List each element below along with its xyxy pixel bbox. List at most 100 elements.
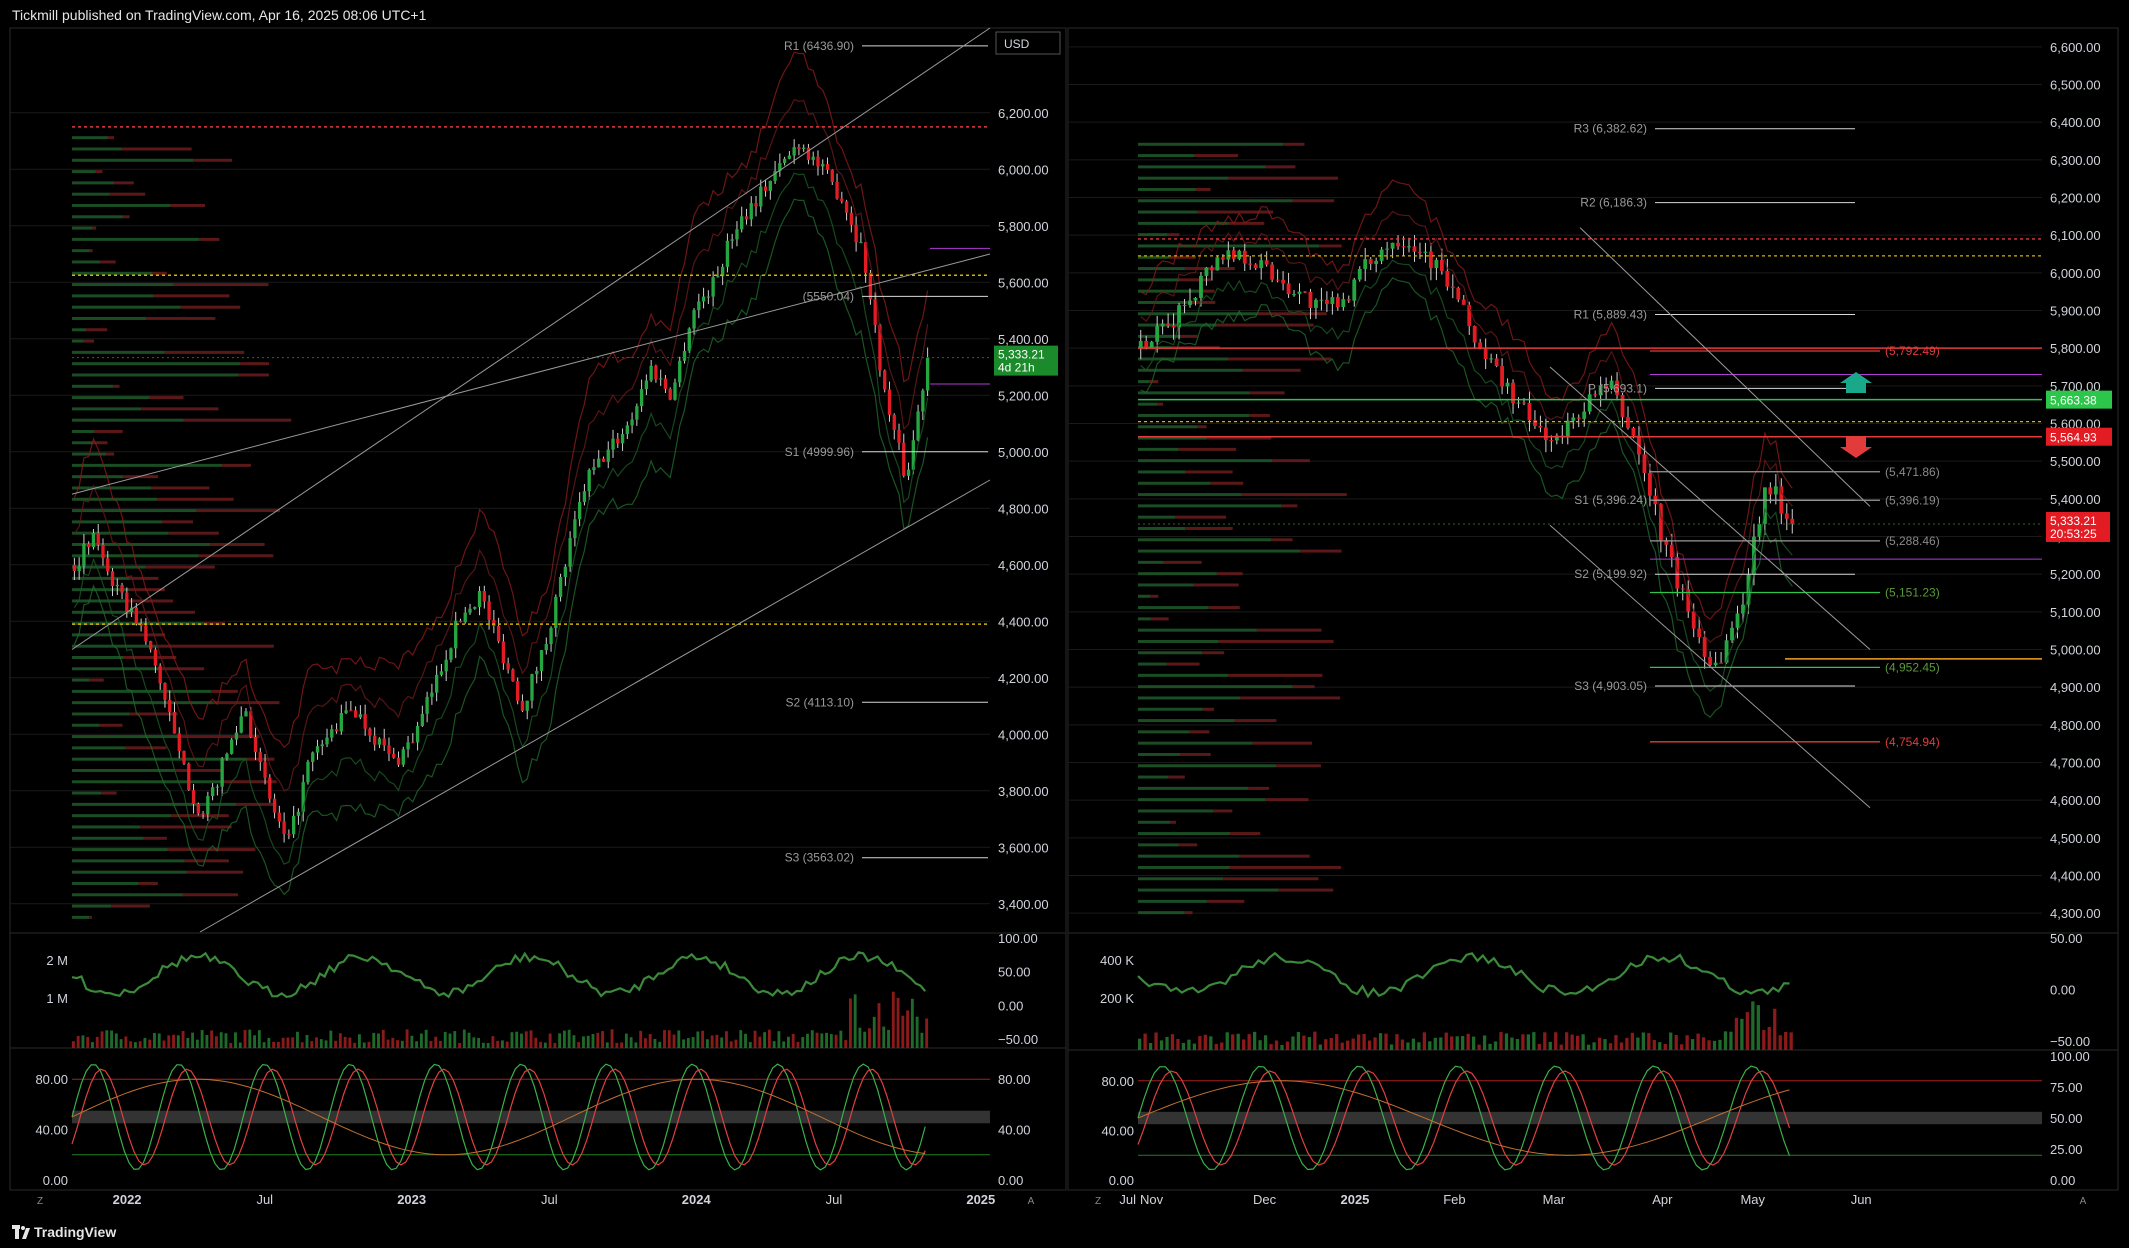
- left-volume-bar: [524, 1031, 528, 1048]
- right-vp-bar: [1138, 300, 1188, 304]
- right-candle: [1193, 297, 1198, 301]
- left-vp-bar: [72, 215, 123, 219]
- right-candle: [1226, 250, 1231, 260]
- left-candle: [577, 502, 582, 520]
- left-vp-bar: [72, 362, 241, 366]
- left-candle: [601, 458, 606, 462]
- left-candle: [91, 533, 96, 548]
- left-vp-bar: [72, 305, 181, 309]
- left-volume-bar: [844, 1040, 848, 1048]
- left-volume-bar: [167, 1035, 171, 1048]
- right-vp-bar: [1185, 526, 1233, 530]
- left-volume-bar: [577, 1042, 581, 1048]
- right-volume-bar: [1756, 1005, 1760, 1050]
- left-pivot-label: R1 (6436.90): [784, 39, 854, 53]
- left-volume-bar: [138, 1041, 142, 1048]
- left-vp-bar: [72, 486, 152, 490]
- left-candle: [330, 729, 334, 738]
- left-volume-bar: [224, 1033, 228, 1048]
- right-stoch-right-tick: 100.00: [2050, 1049, 2090, 1064]
- left-candle: [225, 753, 229, 759]
- right-volume-bar: [1762, 1029, 1766, 1050]
- right-vp-bar: [1249, 391, 1285, 395]
- left-vp-bar: [126, 599, 174, 603]
- right-volume-bar: [1170, 1034, 1175, 1050]
- right-vp-bar: [1138, 730, 1190, 734]
- right-volume-bar: [1652, 1039, 1656, 1050]
- right-vp-bar: [1234, 719, 1277, 723]
- right-candle: [1735, 613, 1740, 628]
- right-volume-bar: [1630, 1032, 1635, 1050]
- left-volume-bar: [663, 1030, 666, 1048]
- left-candle: [692, 310, 696, 329]
- right-volume-bar: [1274, 1040, 1279, 1050]
- right-volume-bar: [1669, 1032, 1673, 1050]
- left-candle: [258, 752, 262, 763]
- right-candle: [1292, 294, 1296, 296]
- right-vp-bar: [1138, 459, 1273, 463]
- right-vp-bar: [1248, 786, 1270, 790]
- left-candle: [334, 729, 339, 732]
- left-candle: [387, 745, 391, 754]
- right-volume-bar: [1411, 1038, 1416, 1050]
- left-candle: [802, 147, 806, 149]
- left-vp-bar: [72, 746, 126, 750]
- left-candle: [473, 607, 477, 609]
- left-volume-bar: [672, 1034, 676, 1048]
- right-vp-bar: [1239, 854, 1310, 858]
- left-volume-bar: [305, 1034, 309, 1048]
- left-price-tick: 6,200.00: [998, 106, 1049, 121]
- right-vp-bar: [1228, 673, 1323, 677]
- left-vp-bar: [149, 396, 184, 400]
- left-candle: [425, 696, 429, 714]
- left-stoch-right-tick: 40.00: [998, 1123, 1031, 1138]
- left-volume-bar: [367, 1041, 371, 1048]
- left-candle: [339, 712, 343, 732]
- right-vp-bar: [1138, 357, 1229, 361]
- right-vp-bar: [1138, 504, 1282, 508]
- left-candle: [315, 746, 320, 753]
- right-channel-line: [1579, 227, 1871, 507]
- right-volume-bar: [1718, 1039, 1722, 1050]
- left-vp-bar: [72, 429, 95, 433]
- right-vp-bar: [1240, 696, 1341, 700]
- right-candle: [1527, 402, 1532, 421]
- chart-canvas[interactable]: 6,200.00 6,000.00 5,800.00 5,600.00 5,400.00…: [0, 0, 2129, 1216]
- right-stoch-right-tick: 50.00: [2050, 1111, 2083, 1126]
- left-candle: [72, 564, 77, 572]
- left-volume-bar: [105, 1030, 109, 1048]
- left-volume-bar: [253, 1035, 256, 1048]
- left-volume-bar: [186, 1037, 190, 1048]
- left-candle: [854, 224, 858, 243]
- right-candle: [1412, 246, 1417, 252]
- left-volume-bar: [515, 1031, 519, 1048]
- right-price-tick: 6,200.00: [2050, 191, 2101, 206]
- left-momentum-tick: 100.00: [998, 931, 1038, 946]
- left-volume-bar: [343, 1036, 347, 1048]
- left-volume-bar: [562, 1030, 566, 1048]
- right-vp-bar: [1138, 820, 1171, 824]
- right-vp-bar: [1138, 165, 1266, 169]
- right-volume-bar: [1597, 1037, 1602, 1050]
- right-volume-bar: [1455, 1036, 1459, 1050]
- left-price-tick: 4,800.00: [998, 501, 1049, 516]
- right-volume-bar: [1784, 1031, 1788, 1050]
- left-volume-bar: [272, 1041, 276, 1048]
- right-volume-bar: [1138, 1038, 1142, 1050]
- left-volume-bar: [648, 1034, 652, 1048]
- right-volume-bar: [1663, 1043, 1667, 1050]
- left-candle: [358, 714, 363, 718]
- right-volume-bar: [1532, 1032, 1536, 1050]
- left-candle: [153, 649, 158, 666]
- right-volume-bar: [1252, 1031, 1257, 1050]
- right-price-tick: 5,200.00: [2050, 567, 2101, 582]
- left-vp-bar: [151, 486, 210, 490]
- left-vp-bar: [72, 350, 165, 354]
- right-corner-left: Z: [1095, 1196, 1101, 1207]
- right-vp-bar: [1138, 854, 1240, 858]
- left-time-tick: 2024: [682, 1192, 712, 1207]
- right-vp-bar: [1319, 244, 1342, 248]
- left-vp-bar: [131, 610, 195, 614]
- right-volume-bar: [1723, 1031, 1728, 1050]
- right-volume-bar: [1439, 1037, 1443, 1050]
